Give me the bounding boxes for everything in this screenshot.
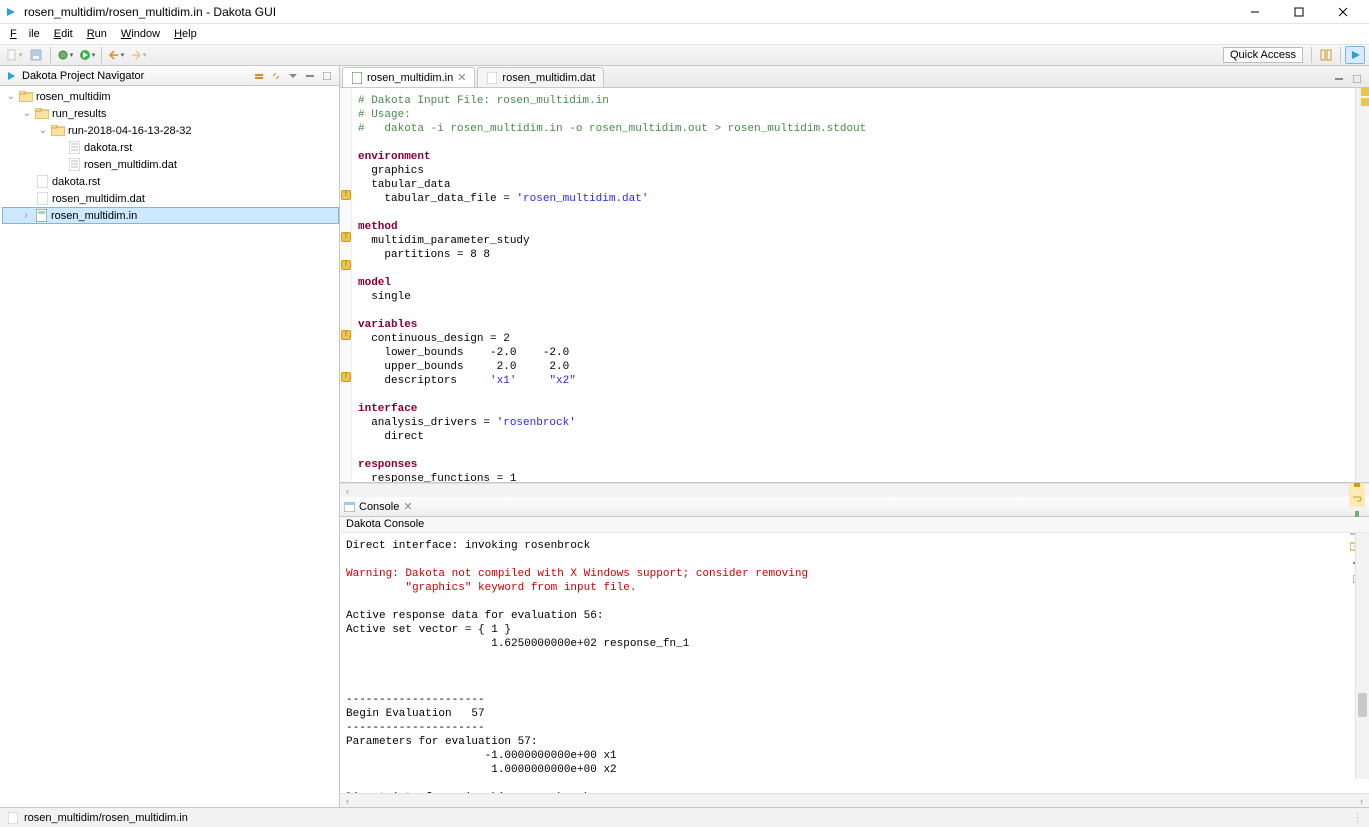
- new-button[interactable]: ▾: [4, 46, 24, 64]
- console-icon: [344, 502, 355, 512]
- scroll-left-icon[interactable]: ‹: [342, 486, 353, 496]
- code-content[interactable]: # Dakota Input File: rosen_multidim.in #…: [352, 88, 1355, 482]
- debug-button[interactable]: ▾: [55, 46, 75, 64]
- workbench: Dakota Project Navigator ⌄ rosen_multidi…: [0, 66, 1369, 807]
- folder-icon: [34, 107, 50, 121]
- nav-back-button[interactable]: ▾: [106, 46, 126, 64]
- dakota-perspective-button[interactable]: [1345, 46, 1365, 64]
- console-header: Console ✕ ▾ +▾: [340, 497, 1369, 517]
- run-button[interactable]: ▾: [77, 46, 97, 64]
- menu-file[interactable]: File: [4, 26, 46, 42]
- input-file-icon: [33, 209, 49, 223]
- warning-marker-icon[interactable]: !: [341, 190, 351, 200]
- maximize-view-button[interactable]: [319, 68, 335, 84]
- file-icon: [66, 141, 82, 155]
- console-horizontal-scrollbar[interactable]: ‹ ›: [340, 793, 1369, 807]
- window-titlebar: rosen_multidim/rosen_multidim.in - Dakot…: [0, 0, 1369, 24]
- editor-horizontal-scrollbar[interactable]: ‹ ›: [340, 483, 1369, 497]
- file-icon: [34, 175, 50, 189]
- menu-window[interactable]: Window: [115, 26, 166, 42]
- link-editor-button[interactable]: [268, 68, 284, 84]
- editor-tab-dat[interactable]: rosen_multidim.dat: [477, 67, 604, 87]
- tree-file-dakota-rst-inner[interactable]: dakota.rst: [2, 139, 339, 156]
- scroll-right-icon[interactable]: ›: [1356, 796, 1367, 806]
- file-icon: [66, 158, 82, 172]
- console-subtitle: Dakota Console: [340, 517, 1369, 533]
- expand-toggle-icon[interactable]: ›: [19, 209, 33, 223]
- window-minimize-button[interactable]: [1233, 0, 1277, 24]
- expand-toggle-icon[interactable]: ⌄: [36, 124, 50, 138]
- close-view-icon[interactable]: ✕: [403, 500, 412, 513]
- tree-folder-run-timestamped[interactable]: ⌄ run-2018-04-16-13-28-32: [2, 122, 339, 139]
- menu-edit[interactable]: Edit: [48, 26, 79, 42]
- quick-access-field[interactable]: Quick Access: [1223, 47, 1303, 63]
- expand-toggle-icon[interactable]: ⌄: [4, 90, 18, 104]
- editor-and-console: rosen_multidim.in ✕ rosen_multidim.dat !…: [340, 66, 1369, 807]
- console-output[interactable]: Direct interface: invoking rosenbrock Wa…: [340, 533, 1369, 793]
- warning-marker-icon[interactable]: !: [341, 372, 351, 382]
- save-button[interactable]: [26, 46, 46, 64]
- expand-toggle-icon[interactable]: ⌄: [20, 107, 34, 121]
- project-tree[interactable]: ⌄ rosen_multidim ⌄ run_results ⌄ run-201…: [0, 86, 339, 807]
- app-icon: [4, 5, 18, 19]
- status-path: rosen_multidim/rosen_multidim.in: [24, 812, 188, 824]
- nav-forward-button[interactable]: ▾: [128, 46, 148, 64]
- tree-file-dat-inner[interactable]: rosen_multidim.dat: [2, 156, 339, 173]
- project-navigator-view: Dakota Project Navigator ⌄ rosen_multidi…: [0, 66, 340, 807]
- navigator-title: Dakota Project Navigator: [22, 70, 247, 82]
- tree-project-root[interactable]: ⌄ rosen_multidim: [2, 88, 339, 105]
- view-menu-button[interactable]: [285, 68, 301, 84]
- tree-file-in-selected[interactable]: › rosen_multidim.in: [2, 207, 339, 224]
- open-perspective-button[interactable]: [1316, 46, 1336, 64]
- code-editor[interactable]: ! ! ! ! ! # Dakota Input File: rosen_mul…: [340, 88, 1369, 483]
- window-title: rosen_multidim/rosen_multidim.in - Dakot…: [24, 5, 1233, 19]
- collapse-all-button[interactable]: [251, 68, 267, 84]
- navigator-header: Dakota Project Navigator: [0, 66, 339, 86]
- console-title: Console: [359, 501, 399, 513]
- editor-marker-bar: ! ! ! ! !: [340, 88, 352, 482]
- folder-icon: [50, 124, 66, 138]
- word-wrap-button[interactable]: [1349, 491, 1365, 507]
- warning-marker-icon[interactable]: !: [341, 330, 351, 340]
- status-grip-icon: ⋮: [1352, 811, 1363, 824]
- warning-marker-icon[interactable]: !: [341, 260, 351, 270]
- folder-icon: [18, 90, 34, 104]
- console-vertical-scrollbar[interactable]: [1355, 533, 1369, 779]
- file-icon: [6, 811, 20, 825]
- maximize-editor-button[interactable]: [1349, 71, 1365, 87]
- window-maximize-button[interactable]: [1277, 0, 1321, 24]
- editor-tab-in[interactable]: rosen_multidim.in ✕: [342, 67, 475, 87]
- file-icon: [34, 192, 50, 206]
- input-file-icon: [351, 72, 363, 84]
- main-toolbar: ▾ ▾ ▾ ▾ ▾ Quick Access: [0, 44, 1369, 66]
- editor-tabbar: rosen_multidim.in ✕ rosen_multidim.dat: [340, 66, 1369, 88]
- menu-help[interactable]: Help: [168, 26, 203, 42]
- warning-marker-icon[interactable]: !: [341, 232, 351, 242]
- tree-folder-run-results[interactable]: ⌄ run_results: [2, 105, 339, 122]
- scroll-left-icon[interactable]: ‹: [342, 796, 353, 806]
- status-bar: rosen_multidim/rosen_multidim.in ⋮: [0, 807, 1369, 827]
- close-tab-icon[interactable]: ✕: [457, 71, 466, 84]
- minimize-view-button[interactable]: [302, 68, 318, 84]
- window-close-button[interactable]: [1321, 0, 1365, 24]
- tree-file-dakota-rst[interactable]: dakota.rst: [2, 173, 339, 190]
- menubar: File Edit Run Window Help: [0, 24, 1369, 44]
- minimize-editor-button[interactable]: [1331, 71, 1347, 87]
- file-icon: [486, 72, 498, 84]
- editor-overview-ruler[interactable]: [1355, 88, 1369, 482]
- dakota-icon: [4, 69, 18, 83]
- menu-run[interactable]: Run: [81, 26, 113, 42]
- tree-file-dat[interactable]: rosen_multidim.dat: [2, 190, 339, 207]
